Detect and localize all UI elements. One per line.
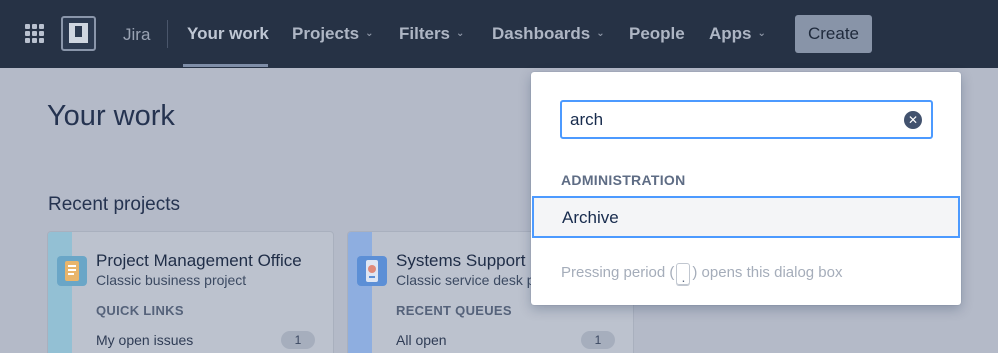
phone-support-icon [357, 256, 387, 286]
search-result-item[interactable]: Archive [532, 196, 960, 238]
queue-count-badge: 1 [581, 331, 615, 349]
chevron-down-icon: ⌄ [596, 28, 605, 39]
nav-dashboards-label: Dashboards [492, 24, 591, 43]
clear-icon[interactable]: ✕ [904, 111, 922, 129]
results-group-heading: ADMINISTRATION [561, 172, 686, 188]
create-button[interactable]: Create [795, 15, 872, 53]
nav-your-work[interactable]: Your work [187, 24, 269, 44]
chevron-down-icon: ⌄ [757, 28, 766, 39]
all-open-link[interactable]: All open [396, 332, 447, 348]
top-navigation: Jira Your work Projects ⌄ Filters ⌄ Dashbo… [0, 0, 998, 68]
quick-links-label: QUICK LINKS [96, 303, 184, 318]
search-box[interactable]: ✕ [560, 100, 933, 139]
brand-name[interactable]: Jira [123, 25, 150, 45]
page-title: Your work [47, 100, 175, 132]
project-name[interactable]: Systems Support [396, 251, 525, 271]
my-open-issues-link[interactable]: My open issues [96, 332, 193, 348]
issue-count-badge: 1 [281, 331, 315, 349]
nav-filters-label: Filters [399, 24, 451, 43]
quick-search-dialog: ✕ ADMINISTRATION Archive Pressing period… [531, 72, 961, 305]
active-tab-indicator [183, 64, 268, 67]
nav-projects-label: Projects [292, 24, 360, 43]
nav-people[interactable]: People [629, 24, 685, 44]
nav-dashboards[interactable]: Dashboards ⌄ [492, 24, 605, 44]
chevron-down-icon: ⌄ [456, 28, 465, 39]
jira-logo-icon[interactable] [61, 16, 96, 51]
hint-text-before: Pressing period ( [561, 264, 675, 281]
nav-projects[interactable]: Projects ⌄ [292, 24, 373, 44]
project-card[interactable]: Project Management Office Classic busine… [47, 231, 334, 353]
chevron-down-icon: ⌄ [365, 28, 374, 39]
project-name[interactable]: Project Management Office [96, 251, 302, 271]
project-type: Classic business project [96, 272, 247, 288]
nav-apps-label: Apps [709, 24, 752, 43]
nav-apps[interactable]: Apps ⌄ [709, 24, 766, 44]
notebook-icon [57, 256, 87, 286]
app-switcher-icon[interactable] [25, 24, 45, 44]
recent-projects-heading: Recent projects [48, 194, 181, 215]
project-type: Classic service desk proj [396, 272, 551, 288]
nav-divider [167, 20, 168, 48]
hint-text-after: ) opens this dialog box [692, 264, 843, 281]
keyboard-hint: Pressing period (.) opens this dialog bo… [561, 263, 843, 285]
nav-people-label: People [629, 24, 685, 43]
nav-filters[interactable]: Filters ⌄ [399, 24, 464, 44]
project-card-accent [348, 232, 372, 353]
search-input[interactable] [570, 109, 890, 131]
period-key-icon: . [676, 263, 691, 285]
recent-queues-label: RECENT QUEUES [396, 303, 512, 318]
search-result-label: Archive [562, 208, 619, 227]
project-card-accent [48, 232, 72, 353]
nav-your-work-label: Your work [187, 24, 269, 43]
